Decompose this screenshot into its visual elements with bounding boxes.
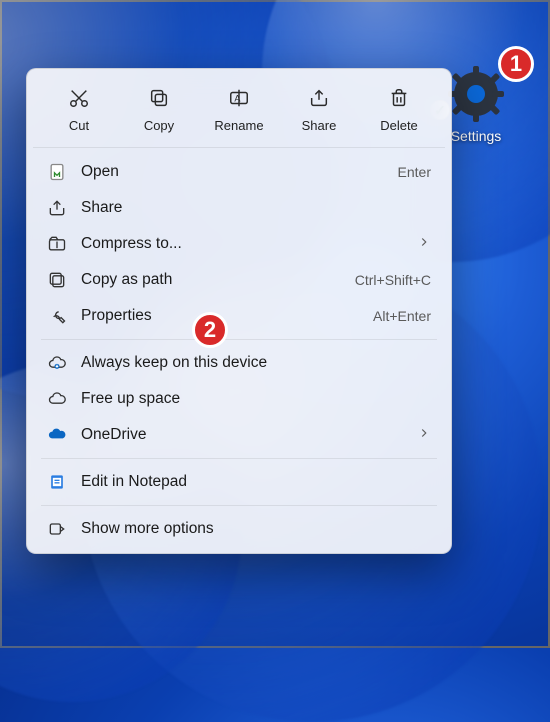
cloud-icon bbox=[47, 389, 67, 409]
more-options-icon bbox=[47, 519, 67, 539]
chevron-right-icon bbox=[417, 235, 431, 254]
copy-label: Copy bbox=[144, 118, 174, 133]
rename-label: Rename bbox=[214, 118, 263, 133]
menu-item-label: Free up space bbox=[81, 390, 431, 408]
share-icon bbox=[308, 87, 330, 112]
context-menu: Cut Copy A Rename Share Delete Open Ente… bbox=[26, 68, 452, 554]
share-arrow-icon bbox=[47, 198, 67, 218]
menu-item-share[interactable]: Share bbox=[33, 190, 445, 226]
menu-item-shortcut: Enter bbox=[398, 164, 431, 180]
cut-button[interactable]: Cut bbox=[45, 83, 113, 137]
notepad-icon bbox=[47, 472, 67, 492]
menu-item-free-up-space[interactable]: Free up space bbox=[33, 381, 445, 417]
menu-item-copy-as-path[interactable]: Copy as path Ctrl+Shift+C bbox=[33, 262, 445, 298]
copy-button[interactable]: Copy bbox=[125, 83, 193, 137]
rename-button[interactable]: A Rename bbox=[205, 83, 273, 137]
share-label: Share bbox=[302, 118, 337, 133]
chevron-right-icon bbox=[417, 426, 431, 445]
trash-icon bbox=[388, 87, 410, 112]
delete-label: Delete bbox=[380, 118, 418, 133]
copy-icon bbox=[148, 87, 170, 112]
menu-item-onedrive[interactable]: OneDrive bbox=[33, 417, 445, 453]
menu-item-show-more-options[interactable]: Show more options bbox=[33, 511, 445, 547]
menu-item-label: Compress to... bbox=[81, 235, 403, 253]
copy-path-icon bbox=[47, 270, 67, 290]
gear-icon bbox=[448, 66, 504, 122]
zip-icon bbox=[47, 234, 67, 254]
open-icon bbox=[47, 162, 67, 182]
cloud-keep-icon bbox=[47, 353, 67, 373]
menu-item-label: Copy as path bbox=[81, 271, 341, 289]
menu-item-always-keep[interactable]: Always keep on this device bbox=[33, 345, 445, 381]
menu-item-shortcut: Alt+Enter bbox=[373, 308, 431, 324]
menu-item-label: Share bbox=[81, 199, 431, 217]
scissors-icon bbox=[68, 87, 90, 112]
annotation-badge-1: 1 bbox=[498, 46, 534, 82]
menu-item-label: Show more options bbox=[81, 520, 431, 538]
menu-item-open[interactable]: Open Enter bbox=[33, 154, 445, 190]
svg-text:A: A bbox=[234, 94, 241, 104]
menu-item-edit-in-notepad[interactable]: Edit in Notepad bbox=[33, 464, 445, 500]
menu-item-compress[interactable]: Compress to... bbox=[33, 226, 445, 262]
cut-label: Cut bbox=[69, 118, 89, 133]
menu-separator bbox=[41, 505, 437, 506]
share-button[interactable]: Share bbox=[285, 83, 353, 137]
menu-item-properties[interactable]: Properties Alt+Enter bbox=[33, 298, 445, 334]
delete-button[interactable]: Delete bbox=[365, 83, 433, 137]
rename-icon: A bbox=[228, 87, 250, 112]
menu-item-label: Open bbox=[81, 163, 384, 181]
context-menu-toolbar: Cut Copy A Rename Share Delete bbox=[33, 79, 445, 148]
onedrive-icon bbox=[47, 425, 67, 445]
menu-item-label: OneDrive bbox=[81, 426, 403, 444]
menu-item-shortcut: Ctrl+Shift+C bbox=[355, 272, 431, 288]
menu-separator bbox=[41, 339, 437, 340]
wrench-icon bbox=[47, 306, 67, 326]
menu-separator bbox=[41, 458, 437, 459]
annotation-badge-2: 2 bbox=[192, 312, 228, 348]
menu-item-label: Edit in Notepad bbox=[81, 473, 431, 491]
menu-item-label: Always keep on this device bbox=[81, 354, 431, 372]
